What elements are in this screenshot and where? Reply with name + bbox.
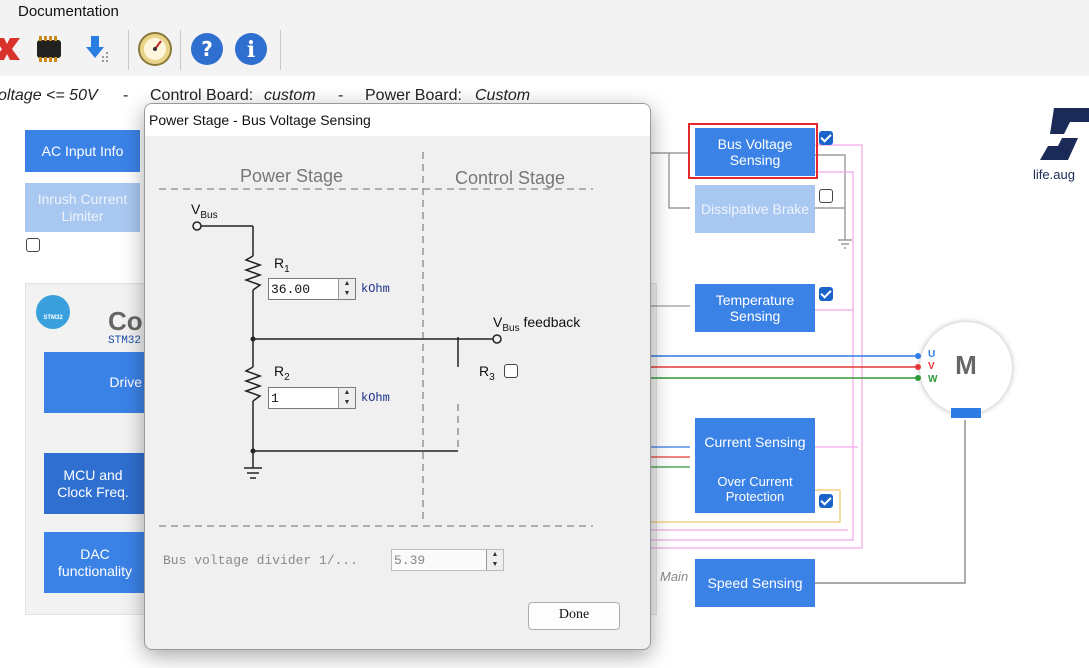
r2-label: R2	[274, 363, 290, 383]
control-stage-label: Control Stage	[455, 168, 566, 188]
speed-sensing-button[interactable]: Speed Sensing	[695, 559, 815, 607]
phase-v-label: V	[928, 361, 935, 372]
vbus-label: VBus	[191, 201, 218, 221]
phase-u-label: U	[928, 349, 936, 360]
r1-label: R1	[274, 255, 290, 275]
divider-decrement-icon[interactable]: ▼	[487, 560, 503, 570]
current-sensing-button[interactable]: Current Sensing	[695, 418, 815, 466]
main-label: Main	[660, 569, 689, 584]
r2-spinbox[interactable]: ▲ ▼	[268, 387, 356, 409]
divider-spinbox[interactable]: ▲ ▼	[391, 549, 504, 571]
dissipative-brake-checkbox[interactable]	[819, 189, 833, 203]
r1-input[interactable]	[271, 280, 331, 298]
divider-increment-icon[interactable]: ▲	[487, 550, 503, 560]
r1-decrement-icon[interactable]: ▼	[339, 289, 355, 299]
r3-checkbox[interactable]	[504, 364, 518, 378]
phase-v-dot	[915, 364, 921, 370]
phase-u-dot	[915, 353, 921, 359]
temperature-checkbox[interactable]	[819, 287, 833, 301]
temperature-sensing-button[interactable]: Temperature Sensing	[695, 284, 815, 332]
r3-label: R3	[479, 363, 495, 383]
r2-input[interactable]	[271, 389, 331, 407]
r2-spin-buttons[interactable]: ▲ ▼	[338, 388, 355, 408]
power-stage-label: Power Stage	[240, 166, 344, 186]
st-logo	[1040, 104, 1089, 169]
logo-tagline: life.aug	[1033, 167, 1075, 182]
vbus-feedback-label: VBus feedback	[493, 314, 581, 334]
dissipative-brake-button[interactable]: Dissipative Brake	[695, 185, 815, 233]
divider-spin-buttons[interactable]: ▲ ▼	[486, 550, 503, 570]
r1-increment-icon[interactable]: ▲	[339, 279, 355, 289]
r1-spin-buttons[interactable]: ▲ ▼	[338, 279, 355, 299]
r2-increment-icon[interactable]: ▲	[339, 388, 355, 398]
phase-w-label: W	[928, 374, 938, 385]
divider-input[interactable]	[394, 551, 454, 569]
ocp-checkbox[interactable]	[819, 494, 833, 508]
r1-spinbox[interactable]: ▲ ▼	[268, 278, 356, 300]
done-button[interactable]: Done	[528, 602, 620, 630]
over-current-protection-button[interactable]: Over Current Protection	[695, 466, 815, 513]
r1-unit: kOhm	[361, 282, 390, 296]
phase-w-dot	[915, 375, 921, 381]
r2-unit: kOhm	[361, 391, 390, 405]
divider-label: Bus voltage divider 1/...	[163, 553, 359, 568]
bus-voltage-checkbox[interactable]	[819, 131, 833, 145]
bus-voltage-dialog: Power Stage - Bus Voltage Sensing Power …	[144, 103, 651, 650]
selection-highlight	[688, 123, 818, 179]
r2-decrement-icon[interactable]: ▼	[339, 398, 355, 408]
